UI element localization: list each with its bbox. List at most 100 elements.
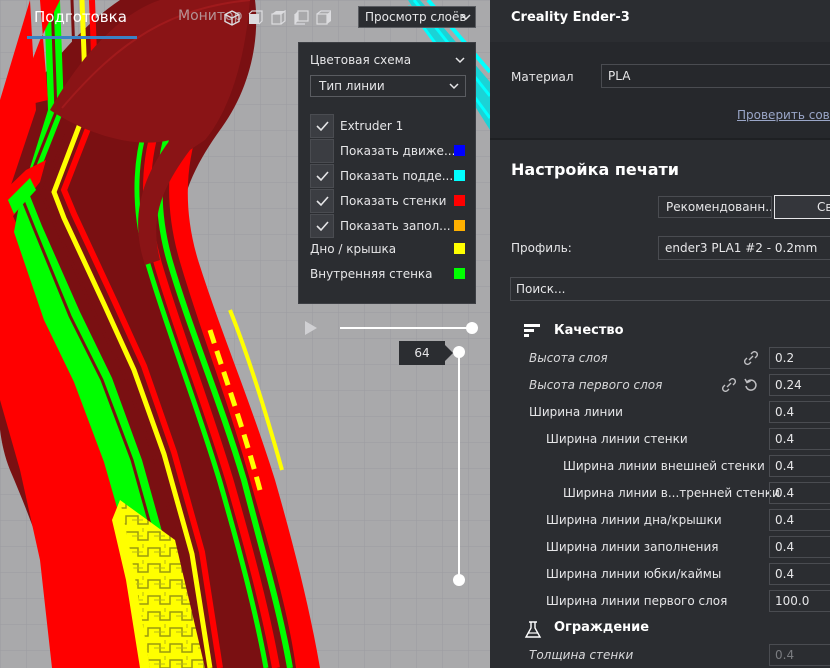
current-layer-field[interactable]: 64 xyxy=(399,341,445,365)
view-left-icon[interactable] xyxy=(293,10,309,26)
color-scheme-select[interactable]: Тип линии xyxy=(310,75,466,97)
setting-value-input[interactable]: 100.0 xyxy=(769,590,830,612)
setting-value-input[interactable]: 0.2 xyxy=(769,347,830,369)
color-swatch-red xyxy=(454,195,465,206)
chevron-down-icon xyxy=(449,83,459,90)
toggle-label: Показать стенки xyxy=(340,194,447,208)
legend-inner-wall: Внутренняя стенка xyxy=(310,262,470,286)
color-scheme-panel: Цветовая схема Тип линии Extruder 1 Пока… xyxy=(298,42,476,304)
walls-icon xyxy=(524,621,542,638)
view-3d-icon[interactable] xyxy=(224,10,240,26)
collapse-chevron-icon[interactable] xyxy=(455,57,465,64)
material-select[interactable]: PLA xyxy=(601,64,830,88)
app-window: Подготовка Монитор Просмотр слоёв Цветов… xyxy=(0,0,830,668)
layer-view-viewport[interactable]: Подготовка Монитор Просмотр слоёв Цветов… xyxy=(0,0,490,668)
quality-icon xyxy=(524,324,540,337)
view-orientation-buttons xyxy=(224,10,332,26)
view-top-icon[interactable] xyxy=(270,10,286,26)
setting-label: Толщина стенки xyxy=(529,648,634,662)
reset-icon[interactable] xyxy=(744,378,758,392)
setting-initial-layer-line-width: Ширина линии первого слоя 100.0 xyxy=(490,589,830,613)
path-slider-track[interactable] xyxy=(340,327,472,329)
color-swatch-blue xyxy=(454,145,465,156)
check-icon xyxy=(316,196,329,207)
material-label: Материал xyxy=(511,70,574,84)
layer-badge-pointer xyxy=(445,345,453,361)
toggle-show-travel[interactable]: Показать движе... xyxy=(310,139,470,163)
layer-slider-track[interactable] xyxy=(458,352,460,580)
setting-value-input[interactable]: 0.4 xyxy=(769,428,830,450)
color-scheme-title[interactable]: Цветовая схема xyxy=(310,53,411,67)
active-tab-indicator xyxy=(27,36,137,39)
setting-inner-wall-line-width: Ширина линии в...тренней стенки 0.4 xyxy=(490,481,830,505)
setting-layer-height: Высота слоя 0.2 xyxy=(490,346,830,370)
setting-label: Высота слоя xyxy=(529,351,608,365)
legend-top-bottom: Дно / крышка xyxy=(310,237,470,261)
toggle-label: Показать подде... xyxy=(340,169,454,183)
print-setup-title: Настройка печати xyxy=(511,160,679,179)
legend-label: Дно / крышка xyxy=(310,242,397,256)
checkbox[interactable] xyxy=(310,189,334,213)
setting-wall-thickness: Толщина стенки 0.4 xyxy=(490,643,830,667)
link-icon[interactable] xyxy=(722,378,736,392)
layer-slider-upper-handle[interactable] xyxy=(453,346,465,358)
checkbox[interactable] xyxy=(310,114,334,138)
setting-label: Высота первого слоя xyxy=(529,378,663,392)
setting-top-bottom-line-width: Ширина линии дна/крышки 0.4 xyxy=(490,508,830,532)
setting-value-input[interactable]: 0.4 xyxy=(769,644,830,666)
print-settings-panel: Creality Ender-3 Материал PLA Проверить … xyxy=(490,0,830,668)
profile-select[interactable]: ender3 PLA1 #2 - 0.2mm xyxy=(658,236,830,260)
toggle-label: Показать движе... xyxy=(340,144,456,158)
setting-label: Ширина линии юбки/каймы xyxy=(546,567,722,581)
check-icon xyxy=(316,221,329,232)
toggle-show-support[interactable]: Показать подде... xyxy=(310,164,470,188)
recommended-mode-button[interactable]: Рекомендованн... xyxy=(658,196,772,218)
setting-skirt-brim-line-width: Ширина линии юбки/каймы 0.4 xyxy=(490,562,830,586)
play-simulation-icon[interactable] xyxy=(302,320,318,336)
setting-value-input[interactable]: 0.4 xyxy=(769,536,830,558)
setting-value-input[interactable]: 0.4 xyxy=(769,482,830,504)
checkbox[interactable] xyxy=(310,214,334,238)
setting-label: Ширина линии дна/крышки xyxy=(546,513,722,527)
check-icon xyxy=(316,121,329,132)
toggle-show-infill[interactable]: Показать запол... xyxy=(310,214,470,238)
link-icon[interactable] xyxy=(744,351,758,365)
profile-label: Профиль: xyxy=(511,241,572,255)
category-title: Ограждение xyxy=(554,620,650,635)
view-type-select[interactable]: Просмотр слоёв xyxy=(358,6,476,28)
setting-value-input[interactable]: 0.4 xyxy=(769,509,830,531)
setting-value-input[interactable]: 0.24 xyxy=(769,374,830,396)
setting-value-input[interactable]: 0.4 xyxy=(769,455,830,477)
setting-initial-layer-height: Высота первого слоя 0.24 xyxy=(490,373,830,397)
checkbox[interactable] xyxy=(310,139,334,163)
toggle-show-walls[interactable]: Показать стенки xyxy=(310,189,470,213)
printer-name[interactable]: Creality Ender-3 xyxy=(511,10,630,25)
setting-infill-line-width: Ширина линии заполнения 0.4 xyxy=(490,535,830,559)
path-slider-handle[interactable] xyxy=(466,322,478,334)
view-type-select-label: Просмотр слоёв xyxy=(365,10,467,24)
setting-value-input[interactable]: 0.4 xyxy=(769,563,830,585)
color-scheme-select-label: Тип линии xyxy=(319,79,385,93)
check-icon xyxy=(316,171,329,182)
material-section xyxy=(490,42,830,138)
setting-value-input[interactable]: 0.4 xyxy=(769,401,830,423)
category-title: Качество xyxy=(554,323,624,338)
view-front-icon[interactable] xyxy=(247,10,263,26)
legend-label: Внутренняя стенка xyxy=(310,267,433,281)
layer-slider-lower-handle[interactable] xyxy=(453,574,465,586)
custom-mode-button[interactable]: Св xyxy=(774,195,830,219)
toggle-label: Extruder 1 xyxy=(340,119,404,133)
chevron-down-icon xyxy=(461,14,471,21)
check-compatibility-link[interactable]: Проверить совм xyxy=(737,108,830,122)
toggle-extruder-1[interactable]: Extruder 1 xyxy=(310,114,470,138)
tab-prepare[interactable]: Подготовка xyxy=(34,8,127,26)
color-swatch-orange xyxy=(454,220,465,231)
checkbox[interactable] xyxy=(310,164,334,188)
setting-label: Ширина линии в...тренней стенки xyxy=(563,486,780,500)
setting-line-width: Ширина линии 0.4 xyxy=(490,400,830,424)
settings-search-input[interactable]: Поиск... xyxy=(510,277,830,301)
setting-label: Ширина линии заполнения xyxy=(546,540,719,554)
setting-label: Ширина линии стенки xyxy=(546,432,688,446)
view-right-icon[interactable] xyxy=(316,10,332,26)
color-swatch-yellow xyxy=(454,243,465,254)
